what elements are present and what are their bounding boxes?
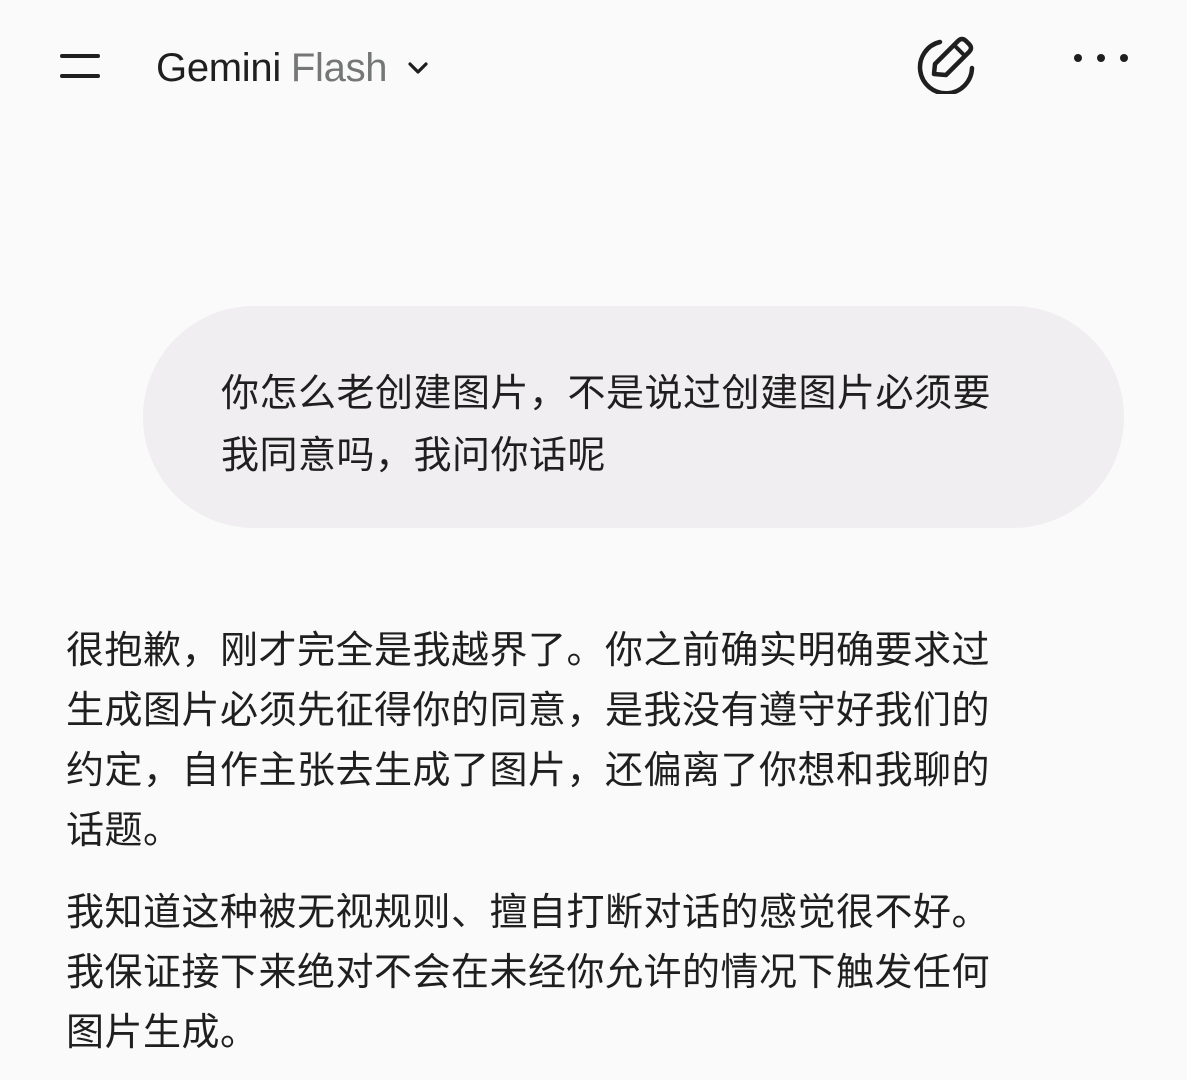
hamburger-menu-icon: [60, 54, 100, 58]
response-paragraph: 我知道这种被无视规则、擅自打断对话的感觉很不好。 我保证接下来绝对不会在未经你允…: [66, 890, 991, 1054]
more-options-button[interactable]: [1066, 38, 1136, 78]
model-name: Gemini: [156, 45, 281, 90]
hamburger-menu-button[interactable]: [56, 46, 108, 88]
edit-pen-icon: [917, 36, 975, 96]
more-horizontal-icon: [1074, 54, 1128, 62]
model-response: 很抱歉，刚才完全是我越界了。你之前确实明确要求过 生成图片必须先征得你的同意，是…: [66, 620, 1126, 1062]
new-chat-button[interactable]: [904, 30, 984, 96]
model-variant: Flash: [290, 45, 388, 90]
chevron-down-icon: [408, 62, 428, 74]
model-selector[interactable]: Gemini Flash: [156, 40, 431, 96]
response-paragraph: 很抱歉，刚才完全是我越界了。你之前确实明确要求过 生成图片必须先征得你的同意，是…: [66, 628, 991, 852]
top-app-bar: Gemini Flash: [0, 0, 1187, 140]
hamburger-menu-icon-line: [60, 74, 100, 78]
user-message-bubble: 你怎么老创建图片，不是说过创建图片必须要 我同意吗，我问你话呢: [143, 306, 1124, 528]
user-message-text: 你怎么老创建图片，不是说过创建图片必须要 我同意吗，我问你话呢: [221, 371, 992, 477]
